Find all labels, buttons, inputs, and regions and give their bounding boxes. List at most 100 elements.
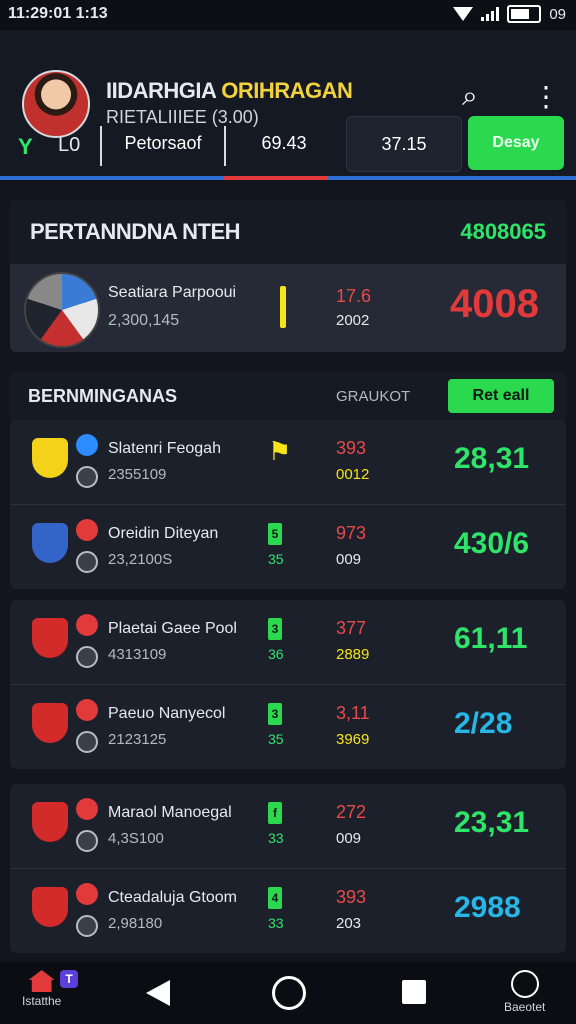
- filter-label-button[interactable]: Petorsaof: [104, 116, 222, 170]
- odds-value-2[interactable]: 37.15: [346, 116, 462, 172]
- notification-badge: T: [60, 970, 78, 988]
- player-avatar-icon: [76, 830, 98, 852]
- app-header: IIDARHGIA ORIHRAGAN RIETALIIIEE (3.00) ⌕…: [0, 30, 576, 180]
- match-badge: 4: [268, 887, 282, 909]
- match-big-value: 28,31: [454, 442, 530, 475]
- match-badge: 3: [268, 703, 282, 725]
- active-tab-indicator: [224, 176, 328, 180]
- match-sub: 35: [268, 731, 284, 747]
- match-number: 23,2100S: [108, 551, 173, 568]
- desay-button[interactable]: Desay: [468, 116, 564, 170]
- match-odd-1: 377: [336, 618, 367, 638]
- recents-icon[interactable]: [402, 980, 426, 1004]
- match-badge: 3: [268, 618, 282, 640]
- back-icon[interactable]: [146, 980, 170, 1006]
- clock-icon: [510, 970, 539, 998]
- featured-odd-1: 17.6: [336, 286, 372, 306]
- match-big-value: 430/6: [454, 527, 530, 560]
- match-name: Oreidin Diteyan: [108, 525, 219, 542]
- match-row[interactable]: Slatenri Feogah 2355109 ⚑ 393 0012 28,31: [10, 420, 566, 505]
- match-group-1: Slatenri Feogah 2355109 ⚑ 393 0012 28,31 Oreid…: [10, 420, 566, 589]
- battery-text: 09: [549, 5, 566, 23]
- match-name: Maraol Manoegal: [108, 804, 232, 821]
- nav-right-label: Baeotet: [504, 1000, 546, 1014]
- team-logo-icon: [76, 798, 98, 820]
- section-title: BERNMINGANAS: [28, 386, 178, 406]
- bottom-nav: Istatthe T Baeotet: [0, 962, 576, 1024]
- title-part-a: IIDARHGIA: [106, 78, 216, 103]
- player-avatar-icon: [76, 466, 98, 488]
- match-big-value: 2988: [454, 891, 521, 924]
- match-name: Cteadaluja Gtoom: [108, 889, 237, 906]
- divider: [224, 126, 226, 166]
- odds-value-1[interactable]: 69.43: [228, 116, 340, 170]
- match-odd-1: 3,11: [336, 703, 370, 723]
- match-big-value: 23,31: [454, 806, 530, 839]
- battery-icon: [507, 5, 542, 23]
- player-avatar-icon: [76, 915, 98, 937]
- match-big-value: 61,11: [454, 622, 528, 655]
- team-crest-icon: [32, 887, 68, 927]
- more-vertical-icon[interactable]: ⋮: [532, 80, 560, 113]
- match-name: Plaetai Gaee Pool: [108, 620, 237, 637]
- match-row[interactable]: Plaetai Gaee Pool 4313109 3 36 377 2889 61,11: [10, 600, 566, 685]
- team-logo-icon: [76, 614, 98, 636]
- match-group-2: Plaetai Gaee Pool 4313109 3 36 377 2889 61,11 P…: [10, 600, 566, 769]
- match-odd-2: 203: [336, 915, 362, 932]
- nav-home[interactable]: Istatthe: [22, 970, 61, 1008]
- featured-count: 4808065: [460, 219, 546, 244]
- nav-right[interactable]: Baeotet: [504, 970, 545, 1014]
- team-logo-icon: [76, 883, 98, 905]
- team-crest-icon: [32, 618, 68, 658]
- signal-icon: [481, 7, 500, 21]
- featured-image: [24, 272, 100, 348]
- match-sub: 35: [268, 551, 284, 567]
- match-odd-2: 2889: [336, 646, 370, 663]
- match-group-3: Maraol Manoegal 4,3S100 f 33 272 009 23,31 Ctea…: [10, 784, 566, 953]
- nav-home-label: Istatthe: [22, 994, 62, 1008]
- section-header: BERNMINGANAS GRAUKOT Ret eall: [10, 372, 566, 420]
- brand-text: L0: [58, 134, 81, 156]
- player-avatar-icon: [76, 551, 98, 573]
- featured-name: Seatiara Parpooui: [108, 284, 237, 301]
- featured-odd-2: 2002: [336, 312, 370, 329]
- match-row[interactable]: Cteadaluja Gtoom 2,98180 4 33 393 203 2988: [10, 869, 566, 953]
- home-circle-icon[interactable]: [272, 976, 306, 1010]
- title-part-b: ORIHRAGAN: [221, 78, 353, 103]
- match-sub: 33: [268, 915, 284, 931]
- match-name: Slatenri Feogah: [108, 440, 221, 457]
- team-logo-icon: [76, 434, 98, 456]
- match-row[interactable]: Maraol Manoegal 4,3S100 f 33 272 009 23,31: [10, 784, 566, 869]
- match-odd-1: 393: [336, 438, 367, 458]
- match-big-value: 2/28: [454, 707, 513, 740]
- match-number: 2355109: [108, 466, 167, 483]
- brand-logo-icon: Y: [18, 134, 33, 159]
- flag-icon: ⚑: [268, 436, 292, 466]
- refresh-button[interactable]: Ret eall: [448, 379, 554, 413]
- featured-match[interactable]: Seatiara Parpooui 2,300,145 17.6 2002 40…: [10, 264, 566, 352]
- status-icons: 09: [453, 5, 566, 23]
- search-icon[interactable]: ⌕: [462, 80, 478, 113]
- page-title: IIDARHGIA ORIHRAGAN: [106, 78, 353, 104]
- player-avatar-icon: [76, 731, 98, 753]
- match-name: Paeuo Nanyecol: [108, 705, 226, 722]
- featured-card: PERTANNDNA NTEH 4808065 Seatiara Parpoou…: [10, 200, 566, 352]
- match-row[interactable]: Paeuo Nanyecol 2123125 3 35 3,11 3969 2/28: [10, 685, 566, 769]
- tab-indicator: [0, 176, 576, 180]
- match-odd-2: 009: [336, 830, 362, 847]
- team-crest-icon: [32, 802, 68, 842]
- divider: [100, 126, 102, 166]
- indicator-bar: [280, 286, 286, 328]
- player-avatar-icon: [76, 646, 98, 668]
- team-logo-icon: [76, 519, 98, 541]
- match-number: 2,98180: [108, 915, 163, 932]
- match-odd-1: 272: [336, 802, 367, 822]
- featured-number: 2,300,145: [108, 312, 180, 329]
- match-row[interactable]: Oreidin Diteyan 23,2100S 5 35 973 009 430/6: [10, 505, 566, 589]
- match-sub: 36: [268, 646, 284, 662]
- match-number: 4313109: [108, 646, 167, 663]
- home-icon: [28, 970, 55, 992]
- match-odd-1: 973: [336, 523, 367, 543]
- match-number: 4,3S100: [108, 830, 164, 847]
- match-badge: f: [268, 802, 282, 824]
